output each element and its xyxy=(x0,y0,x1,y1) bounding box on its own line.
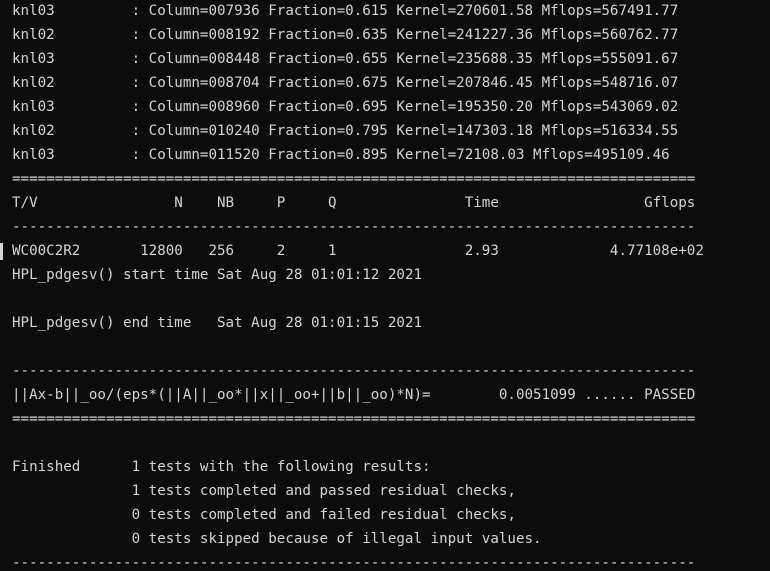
separator-single: ----------------------------------------… xyxy=(12,363,696,379)
separator-single: ----------------------------------------… xyxy=(12,219,696,235)
log-line-7: knl03 : Column=011520 Fraction=0.895 Ker… xyxy=(12,147,670,163)
log-line-1: knl03 : Column=007936 Fraction=0.615 Ker… xyxy=(12,3,679,19)
text-cursor xyxy=(0,243,3,260)
results-header: T/V N NB P Q Time Gflops xyxy=(12,195,696,211)
end-time-line: HPL_pdgesv() end time Sat Aug 28 01:01:1… xyxy=(12,315,422,331)
separator-double: ========================================… xyxy=(12,171,696,187)
summary-line-1: Finished 1 tests with the following resu… xyxy=(12,459,431,475)
log-line-4: knl02 : Column=008704 Fraction=0.675 Ker… xyxy=(12,75,679,91)
log-line-6: knl02 : Column=010240 Fraction=0.795 Ker… xyxy=(12,123,679,139)
log-line-2: knl02 : Column=008192 Fraction=0.635 Ker… xyxy=(12,27,679,43)
separator-double: ========================================… xyxy=(12,411,696,427)
residual-check-line: ||Ax-b||_oo/(eps*(||A||_oo*||x||_oo+||b|… xyxy=(12,387,696,403)
log-line-3: knl03 : Column=008448 Fraction=0.655 Ker… xyxy=(12,51,679,67)
separator-single: ----------------------------------------… xyxy=(12,555,696,571)
terminal-output[interactable]: knl03 : Column=007936 Fraction=0.615 Ker… xyxy=(0,0,770,571)
summary-line-4: 0 tests skipped because of illegal input… xyxy=(12,531,542,547)
log-line-5: knl03 : Column=008960 Fraction=0.695 Ker… xyxy=(12,99,679,115)
summary-line-3: 0 tests completed and failed residual ch… xyxy=(12,507,516,523)
summary-line-2: 1 tests completed and passed residual ch… xyxy=(12,483,516,499)
start-time-line: HPL_pdgesv() start time Sat Aug 28 01:01… xyxy=(12,267,422,283)
results-row: WC00C2R2 12800 256 2 1 2.93 4.77108e+02 xyxy=(12,243,704,259)
